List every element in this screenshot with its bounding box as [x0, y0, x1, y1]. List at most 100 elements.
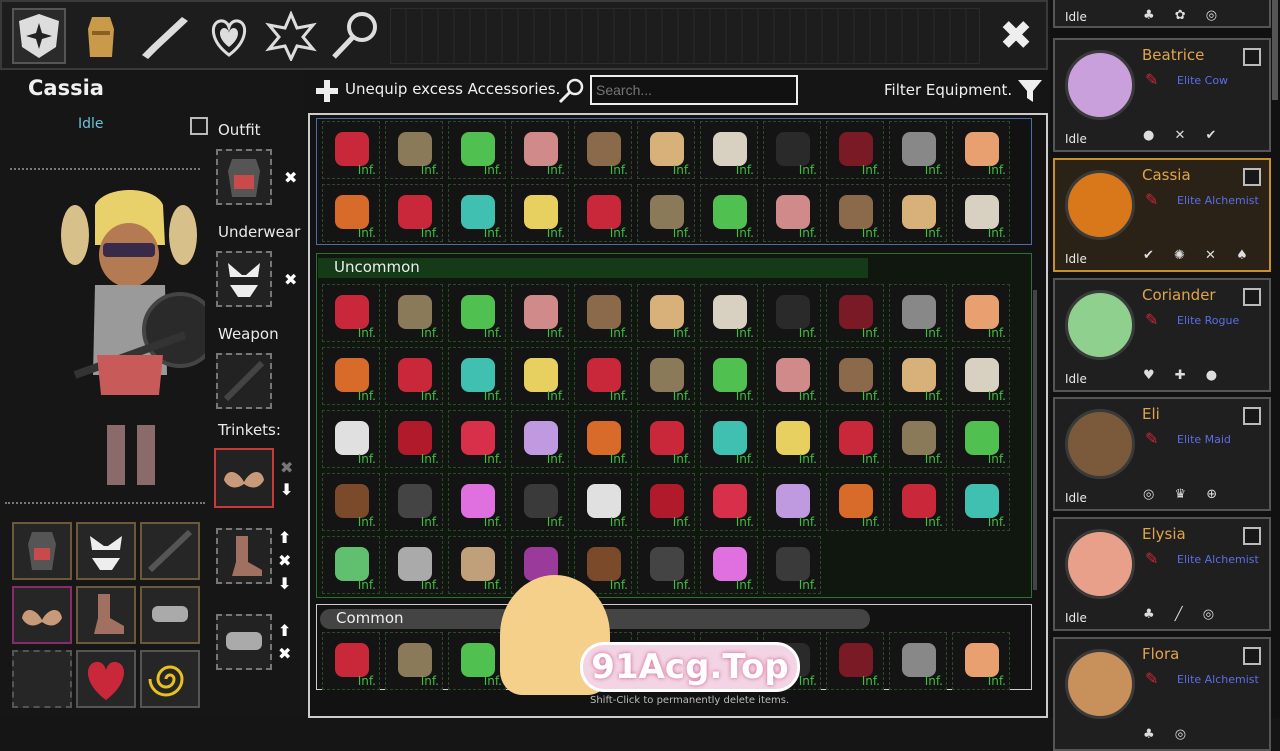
uncommon-item[interactable]: Inf.: [952, 473, 1010, 531]
uncommon-item[interactable]: Inf.: [637, 536, 695, 594]
rare-item[interactable]: Inf.: [826, 184, 884, 242]
uncommon-item[interactable]: Inf.: [574, 347, 632, 405]
uncommon-item[interactable]: Inf.: [700, 347, 758, 405]
uncommon-item[interactable]: Inf.: [385, 347, 443, 405]
unequip-underwear-button[interactable]: ✖: [284, 270, 297, 289]
roster-card-top[interactable]: Idle ♣ ✿ ◎: [1053, 0, 1271, 28]
uncommon-item[interactable]: Inf.: [889, 473, 947, 531]
rare-item[interactable]: Inf.: [322, 121, 380, 179]
uncommon-item[interactable]: Inf.: [637, 473, 695, 531]
uncommon-item[interactable]: Inf.: [700, 410, 758, 468]
uncommon-item[interactable]: Inf.: [763, 473, 821, 531]
star-icon[interactable]: [264, 8, 318, 64]
filter-equipment-button[interactable]: Filter Equipment.: [884, 81, 1012, 99]
rare-item[interactable]: Inf.: [700, 184, 758, 242]
uncommon-item[interactable]: Inf.: [637, 347, 695, 405]
uncommon-item[interactable]: Inf.: [574, 284, 632, 342]
uncommon-item[interactable]: Inf.: [889, 347, 947, 405]
uncommon-item[interactable]: Inf.: [511, 410, 569, 468]
roster-checkbox[interactable]: [1243, 527, 1261, 545]
common-item[interactable]: Inf.: [322, 632, 380, 690]
heart-tattoo-tile[interactable]: [76, 650, 136, 708]
outfit-icon[interactable]: [74, 8, 128, 64]
filter-icon[interactable]: [1018, 78, 1042, 104]
rare-item[interactable]: Inf.: [889, 121, 947, 179]
uncommon-item[interactable]: Inf.: [826, 473, 884, 531]
rare-item[interactable]: Inf.: [448, 121, 506, 179]
roster-checkbox[interactable]: [1243, 288, 1261, 306]
roster-checkbox[interactable]: [1243, 647, 1261, 665]
trinket-slot-2[interactable]: [216, 528, 272, 584]
uncommon-item[interactable]: Inf.: [889, 410, 947, 468]
uncommon-item[interactable]: Inf.: [826, 410, 884, 468]
trinket-1-remove-button[interactable]: ✖: [280, 458, 293, 477]
equipped-weapon-tile[interactable]: [140, 522, 200, 580]
rare-item[interactable]: Inf.: [637, 184, 695, 242]
uncommon-item[interactable]: Inf.: [448, 410, 506, 468]
uncommon-item[interactable]: Inf.: [322, 347, 380, 405]
roster-card-coriander[interactable]: Coriander Elite Rogue ✎ Idle ♥ ✚ ●: [1053, 278, 1271, 392]
close-button[interactable]: ✖: [992, 12, 1040, 60]
underwear-slot[interactable]: [216, 251, 272, 307]
roster-card-cassia[interactable]: Cassia Elite Alchemist ✎ Idle ✔ ✺ ✕ ♠: [1053, 158, 1271, 272]
uncommon-item[interactable]: Inf.: [448, 536, 506, 594]
roster-checkbox[interactable]: [1243, 168, 1261, 186]
common-item[interactable]: Inf.: [826, 632, 884, 690]
inventory-scrollbar[interactable]: [1033, 290, 1037, 590]
search-input[interactable]: [590, 75, 798, 105]
equipped-trinket-tile-1[interactable]: [12, 586, 72, 644]
rare-item[interactable]: Inf.: [700, 121, 758, 179]
uncommon-item[interactable]: Inf.: [322, 473, 380, 531]
uncommon-item[interactable]: Inf.: [322, 536, 380, 594]
compass-shield-icon[interactable]: [12, 8, 66, 64]
common-item[interactable]: Inf.: [385, 632, 443, 690]
magnifier-icon[interactable]: [328, 8, 382, 64]
trinket-2-remove-button[interactable]: ✖: [278, 551, 291, 570]
common-item[interactable]: Inf.: [448, 632, 506, 690]
uncommon-item[interactable]: Inf.: [322, 410, 380, 468]
uncommon-item[interactable]: Inf.: [826, 347, 884, 405]
rifle-icon[interactable]: [138, 8, 192, 64]
unequip-outfit-button[interactable]: ✖: [284, 168, 297, 187]
common-item[interactable]: Inf.: [889, 632, 947, 690]
plus-icon[interactable]: [316, 80, 338, 102]
roster-checkbox[interactable]: [1243, 407, 1261, 425]
uncommon-item[interactable]: Inf.: [700, 536, 758, 594]
trinket-slot-3[interactable]: [216, 614, 272, 670]
trinket-3-remove-button[interactable]: ✖: [278, 644, 291, 663]
trinket-2-up-button[interactable]: ⬆: [278, 528, 291, 547]
spiral-tile[interactable]: [140, 650, 200, 708]
heart-collar-icon[interactable]: [202, 8, 256, 64]
weapon-slot[interactable]: [216, 353, 272, 409]
trinket-1-down-button[interactable]: ⬇: [280, 480, 293, 499]
roster-card-elysia[interactable]: Elysia Elite Alchemist ✎ Idle ♣ ╱ ◎: [1053, 517, 1271, 631]
rare-item[interactable]: Inf.: [385, 121, 443, 179]
trinket-slot-1[interactable]: [214, 448, 274, 508]
rare-item[interactable]: Inf.: [574, 121, 632, 179]
uncommon-item[interactable]: Inf.: [448, 473, 506, 531]
rare-item[interactable]: Inf.: [574, 184, 632, 242]
uncommon-item[interactable]: Inf.: [322, 284, 380, 342]
rare-item[interactable]: Inf.: [637, 121, 695, 179]
empty-tile[interactable]: [12, 650, 72, 708]
outfit-slot[interactable]: [216, 149, 272, 205]
roster-card-flora[interactable]: Flora Elite Alchemist ✎ ♣ ◎: [1053, 637, 1271, 751]
rare-item[interactable]: Inf.: [889, 184, 947, 242]
uncommon-item[interactable]: Inf.: [511, 284, 569, 342]
uncommon-item[interactable]: Inf.: [763, 536, 821, 594]
rare-item[interactable]: Inf.: [763, 121, 821, 179]
uncommon-item[interactable]: Inf.: [448, 347, 506, 405]
uncommon-item[interactable]: Inf.: [637, 410, 695, 468]
rare-item[interactable]: Inf.: [952, 184, 1010, 242]
rare-item[interactable]: Inf.: [952, 121, 1010, 179]
roster-card-beatrice[interactable]: Beatrice Elite Cow ✎ Idle ● ✕ ✔: [1053, 38, 1271, 152]
equipped-trinket-tile-3[interactable]: [140, 586, 200, 644]
trinket-2-down-button[interactable]: ⬇: [278, 574, 291, 593]
uncommon-item[interactable]: Inf.: [385, 284, 443, 342]
uncommon-item[interactable]: Inf.: [511, 347, 569, 405]
uncommon-item[interactable]: Inf.: [826, 284, 884, 342]
uncommon-item[interactable]: Inf.: [763, 284, 821, 342]
common-item[interactable]: Inf.: [952, 632, 1010, 690]
uncommon-item[interactable]: Inf.: [763, 410, 821, 468]
rare-item[interactable]: Inf.: [385, 184, 443, 242]
